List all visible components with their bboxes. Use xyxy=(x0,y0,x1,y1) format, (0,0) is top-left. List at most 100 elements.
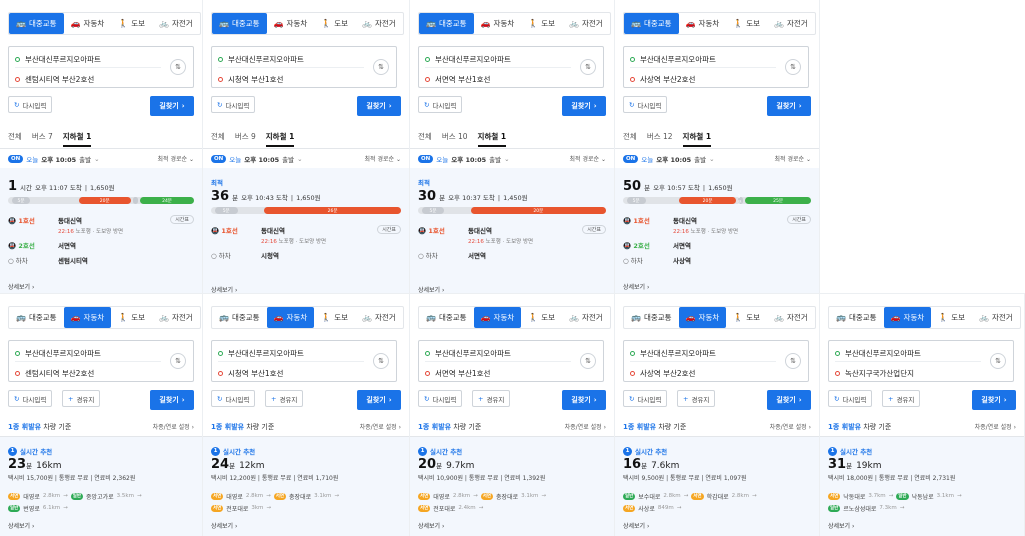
swap-icon[interactable]: ⇅ xyxy=(373,59,389,75)
car-route-result[interactable]: 1 실시간 추천 16분 7.6km 택시비 9,500원 | 통행료 무료 | 연… xyxy=(615,437,819,536)
tab-transit[interactable]: 🚌 대중교통 xyxy=(419,13,474,34)
origin-field[interactable]: 부산대신푸르지오아파트 xyxy=(15,348,101,359)
vehicle-settings-link[interactable]: 차종/연료 설정 › xyxy=(975,422,1016,431)
tab-bike[interactable]: 🚲 자전거 xyxy=(562,307,610,328)
destination-field[interactable]: 녹산지구국가산업단지 xyxy=(835,368,914,379)
add-waypoint-button[interactable]: + 경유지 xyxy=(677,390,716,407)
tab-bike[interactable]: 🚲 자전거 xyxy=(152,307,200,328)
detail-link[interactable]: 상세보기 › xyxy=(211,521,237,530)
car-route-result[interactable]: 1 실시간 추천 23분 16km 택시비 15,700원 | 통행료 무료 | 연… xyxy=(0,437,202,536)
destination-field[interactable]: 시청역 부산1호선 xyxy=(218,74,283,85)
tab-car[interactable]: 🚗 자동차 xyxy=(679,13,727,34)
tab-transit[interactable]: 🚌 대중교통 xyxy=(212,307,267,328)
destination-field[interactable]: 시청역 부산1호선 xyxy=(218,368,283,379)
filter-all[interactable]: 전체 xyxy=(211,131,225,147)
swap-icon[interactable]: ⇅ xyxy=(580,59,596,75)
swap-icon[interactable]: ⇅ xyxy=(580,353,596,369)
filter-bus[interactable]: 버스 9 xyxy=(235,131,256,147)
add-waypoint-button[interactable]: + 경유지 xyxy=(62,390,101,407)
destination-field[interactable]: 서면역 부산1호선 xyxy=(425,368,490,379)
sort-selector[interactable]: 최적 경로순 ⌄ xyxy=(570,154,606,163)
tab-walk[interactable]: 🚶 도보 xyxy=(726,13,767,34)
filter-all[interactable]: 전체 xyxy=(418,131,432,147)
find-route-button[interactable]: 길찾기 › xyxy=(150,390,194,410)
departure-time-selector[interactable]: ON 오늘 오후 10:05 출발 ⌄ xyxy=(623,154,715,164)
filter-bus[interactable]: 버스 7 xyxy=(32,131,53,147)
find-route-button[interactable]: 길찾기 › xyxy=(150,96,194,116)
tab-car[interactable]: 🚗 자동차 xyxy=(63,307,112,328)
origin-field[interactable]: 부산대신푸르지오아파트 xyxy=(630,54,716,65)
detail-link[interactable]: 상세보기 › xyxy=(211,285,237,293)
origin-field[interactable]: 부산대신푸르지오아파트 xyxy=(425,348,511,359)
tab-walk[interactable]: 🚶 도보 xyxy=(521,13,562,34)
departure-time-selector[interactable]: ON 오늘 오후 10:05 출발 ⌄ xyxy=(8,154,100,164)
car-route-result[interactable]: 1 실시간 추천 20분 9.7km 택시비 10,900원 | 통행료 무료 | … xyxy=(410,437,614,536)
tab-bike[interactable]: 🚲 자전거 xyxy=(767,307,815,328)
destination-field[interactable]: 센텀시티역 부산2호선 xyxy=(15,368,94,379)
add-waypoint-button[interactable]: + 경유지 xyxy=(472,390,511,407)
detail-link[interactable]: 상세보기 › xyxy=(623,521,649,530)
route-result[interactable]: 최적 30 분 오후 10:37 도착 | 1,450원 5분 20분 🚇 1호선 동대신역 시간… xyxy=(410,168,614,293)
filter-all[interactable]: 전체 xyxy=(8,131,22,147)
vehicle-settings-link[interactable]: 차종/연료 설정 › xyxy=(360,422,401,431)
reset-button[interactable]: ↻ 다시입력 xyxy=(8,390,53,407)
detail-link[interactable]: 상세보기 › xyxy=(623,282,649,291)
add-waypoint-button[interactable]: + 경유지 xyxy=(265,390,304,407)
reset-button[interactable]: ↻ 다시입력 xyxy=(418,390,463,407)
filter-all[interactable]: 전체 xyxy=(623,131,637,147)
swap-icon[interactable]: ⇅ xyxy=(785,59,801,75)
origin-field[interactable]: 부산대신푸르지오아파트 xyxy=(425,54,511,65)
destination-field[interactable]: 서면역 부산1호선 xyxy=(425,74,490,85)
route-result[interactable]: 50 분 오후 10:57 도착 | 1,650원 5분 20분 1분 25분 🚇 1호선 동대신… xyxy=(615,168,819,293)
timetable-button[interactable]: 시간표 xyxy=(170,215,194,224)
tab-walk[interactable]: 🚶 도보 xyxy=(726,307,767,328)
reset-button[interactable]: ↻ 다시입력 xyxy=(828,390,873,407)
filter-bus[interactable]: 버스 10 xyxy=(442,131,468,147)
origin-field[interactable]: 부산대신푸르지오아파트 xyxy=(15,54,101,65)
tab-walk[interactable]: 🚶 도보 xyxy=(111,13,152,34)
detail-link[interactable]: 상세보기 › xyxy=(8,282,34,291)
timetable-button[interactable]: 시간표 xyxy=(582,225,606,234)
tab-walk[interactable]: 🚶 도보 xyxy=(931,307,972,328)
swap-icon[interactable]: ⇅ xyxy=(785,353,801,369)
origin-field[interactable]: 부산대신푸르지오아파트 xyxy=(835,348,921,359)
origin-field[interactable]: 부산대신푸르지오아파트 xyxy=(630,348,716,359)
detail-link[interactable]: 상세보기 › xyxy=(828,521,854,530)
tab-bike[interactable]: 🚲 자전거 xyxy=(152,13,200,34)
find-route-button[interactable]: 길찾기 › xyxy=(767,96,811,116)
tab-transit[interactable]: 🚌 대중교통 xyxy=(9,307,64,328)
tab-car[interactable]: 🚗 자동차 xyxy=(473,307,522,328)
filter-bus[interactable]: 버스 12 xyxy=(647,131,673,147)
tab-transit[interactable]: 🚌 대중교통 xyxy=(624,13,679,34)
tab-transit[interactable]: 🚌 대중교통 xyxy=(419,307,474,328)
swap-icon[interactable]: ⇅ xyxy=(170,59,186,75)
reset-button[interactable]: ↻ 다시입력 xyxy=(623,390,668,407)
tab-transit[interactable]: 🚌 대중교통 xyxy=(212,13,267,34)
detail-link[interactable]: 상세보기 › xyxy=(8,521,34,530)
tab-car[interactable]: 🚗 자동차 xyxy=(883,307,932,328)
origin-field[interactable]: 부산대신푸르지오아파트 xyxy=(218,348,304,359)
timetable-button[interactable]: 시간표 xyxy=(377,225,401,234)
tab-walk[interactable]: 🚶 도보 xyxy=(314,307,355,328)
swap-icon[interactable]: ⇅ xyxy=(990,353,1006,369)
add-waypoint-button[interactable]: + 경유지 xyxy=(882,390,921,407)
swap-icon[interactable]: ⇅ xyxy=(170,353,186,369)
tab-transit[interactable]: 🚌 대중교통 xyxy=(829,307,884,328)
destination-field[interactable]: 사상역 부산2호선 xyxy=(630,368,695,379)
tab-transit[interactable]: 🚌 대중교통 xyxy=(9,13,64,34)
departure-time-selector[interactable]: ON 오늘 오후 10:05 출발 ⌄ xyxy=(418,154,510,164)
tab-bike[interactable]: 🚲 자전거 xyxy=(972,307,1020,328)
tab-car[interactable]: 🚗 자동차 xyxy=(678,307,727,328)
origin-field[interactable]: 부산대신푸르지오아파트 xyxy=(218,54,304,65)
filter-subway[interactable]: 지하철 1 xyxy=(62,131,92,147)
vehicle-settings-link[interactable]: 차종/연료 설정 › xyxy=(770,422,811,431)
find-route-button[interactable]: 길찾기 › xyxy=(357,390,401,410)
tab-bike[interactable]: 🚲 자전거 xyxy=(562,13,610,34)
filter-subway[interactable]: 지하철 1 xyxy=(265,131,295,147)
tab-bike[interactable]: 🚲 자전거 xyxy=(355,307,403,328)
route-result[interactable]: 최적 36 분 오후 10:43 도착 | 1,650원 5분 26분 🚇 1호선 동대신역 시간… xyxy=(203,168,409,293)
find-route-button[interactable]: 길찾기 › xyxy=(357,96,401,116)
vehicle-settings-link[interactable]: 차종/연료 설정 › xyxy=(153,422,194,431)
tab-walk[interactable]: 🚶 도보 xyxy=(111,307,152,328)
swap-icon[interactable]: ⇅ xyxy=(373,353,389,369)
